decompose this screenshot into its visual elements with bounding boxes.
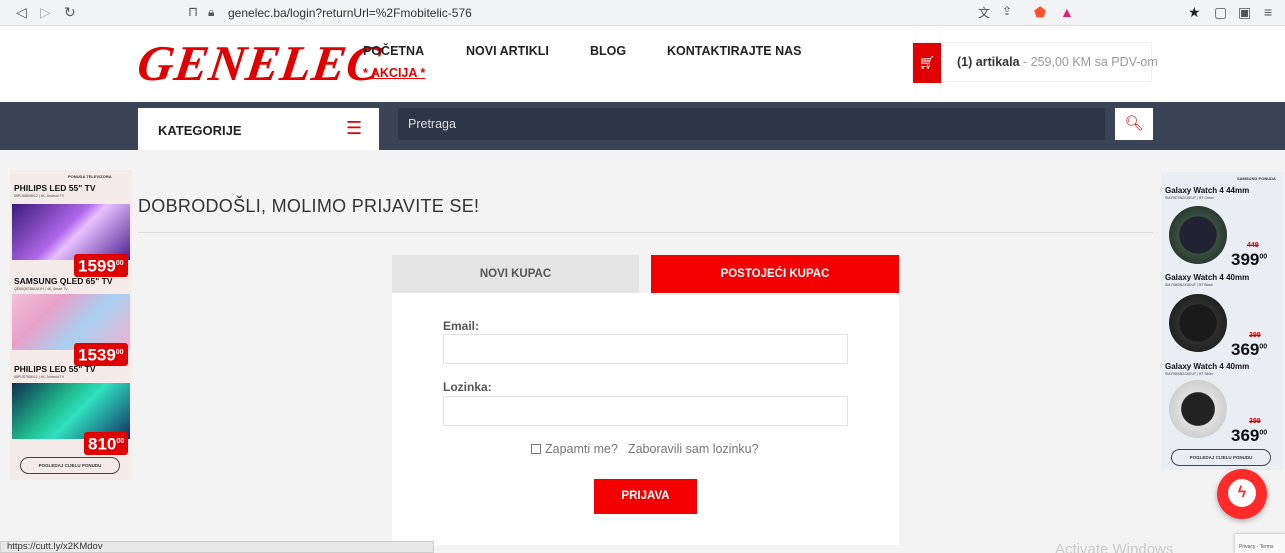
nav-kontaktirajte-nas[interactable]: KONTAKTIRAJTE NAS — [667, 44, 802, 58]
cart-summary[interactable]: 🛒︎ (1) artikala - 259,00 KM sa PDV-om — [912, 42, 1158, 83]
ad-right-title: SAMSUNG PONUDA — [1237, 176, 1276, 181]
page-title: DOBRODOŠLI, MOLIMO PRIJAVITE SE! — [138, 196, 480, 216]
ad-watch-name: Galaxy Watch 4 40mm — [1165, 362, 1250, 371]
ad-left-title: PONUDA TELEVIZORA — [68, 174, 112, 179]
hamburger-icon: ☰ — [346, 118, 363, 138]
nav-novi-artikli[interactable]: NOVI ARTIKLI — [466, 44, 549, 58]
ad-right-button[interactable]: POGLEDAJ CIJELU PONUDU — [1171, 449, 1271, 466]
ad-tv-name: SAMSUNG QLED 65" TV — [14, 276, 113, 286]
back-icon[interactable]: ◁ — [16, 4, 27, 21]
ad-old-price: 399 — [1249, 418, 1261, 425]
password-label: Lozinka: — [443, 380, 492, 394]
search-input[interactable]: Pretraga — [398, 108, 1105, 140]
menu-icon[interactable]: ≡ — [1264, 4, 1272, 20]
nav-pocetna[interactable]: POČETNA — [363, 44, 424, 58]
tv-image — [12, 294, 130, 350]
messenger-chat-button[interactable]: ϟ — [1217, 469, 1267, 519]
extensions-icon[interactable]: ★ — [1188, 4, 1201, 21]
tab-novi-kupac[interactable]: NOVI KUPAC — [392, 255, 639, 293]
category-search-bar: KATEGORIJE ☰ Pretraga 🔍︎ — [0, 102, 1285, 150]
genelec-logo[interactable]: GENELEC — [134, 34, 385, 92]
ad-tv-price: 153900 — [74, 343, 128, 366]
ad-tv-price: 159900 — [74, 254, 128, 277]
search-placeholder: Pretraga — [408, 117, 456, 131]
categories-label: KATEGORIJE — [158, 123, 242, 138]
ad-tv-name: PHILIPS LED 55" TV — [14, 364, 96, 374]
watch-image — [1169, 380, 1227, 438]
tv-image — [12, 204, 130, 260]
email-label: Email: — [443, 319, 480, 333]
forward-icon[interactable]: ▷ — [40, 4, 51, 21]
search-button[interactable]: 🔍︎ — [1115, 108, 1153, 140]
tab-postojeci-kupac[interactable]: POSTOJEĆI KUPAC — [651, 255, 899, 293]
ad-watch-name: Galaxy Watch 4 44mm — [1165, 186, 1250, 195]
ad-watch-sub: SM-R870NZKAEUF | BT Green — [1165, 196, 1215, 200]
status-bar-url: https://cutt.ly/x2KMdov — [0, 541, 434, 553]
ad-watch-sub: SM-R860NZSAEUF | BT Silver — [1165, 372, 1214, 376]
forgot-password-link[interactable]: Zaboravili sam lozinku? — [628, 442, 759, 456]
browser-toolbar: ◁ ▷ ↻ ⊓ 🔒︎ genelec.ba/login?returnUrl=%2… — [0, 0, 1285, 26]
cart-count: (1) artikala — [957, 55, 1020, 69]
samsung-offer-banner[interactable]: SAMSUNG PONUDA Galaxy Watch 4 44mm SM-R8… — [1161, 172, 1283, 470]
ad-tv-sub: 55PUS7506/12 | 4K, Android TV — [14, 375, 65, 379]
remember-label[interactable]: Zapamti me? — [545, 442, 618, 456]
email-field[interactable] — [443, 334, 848, 364]
lock-icon: 🔒︎ — [208, 5, 215, 19]
share-icon[interactable]: ⇪ — [1002, 4, 1012, 18]
site-header: GENELEC POČETNA * AKCIJA * NOVI ARTIKLI … — [0, 26, 1285, 102]
cart-total: - 259,00 KM sa PDV-om — [1019, 55, 1158, 69]
translate-icon[interactable]: 文 — [978, 4, 990, 21]
ad-watch-sub: SM-R860NZKAEUF | BT Black — [1165, 283, 1213, 287]
ad-tv-price: 81000 — [84, 432, 129, 455]
tv-offer-banner[interactable]: PONUDA TELEVIZORA PHILIPS LED 55" TV 55P… — [10, 170, 132, 480]
activate-windows-watermark: Activate Windows — [1055, 541, 1174, 553]
cart-icon: 🛒︎ — [913, 43, 941, 83]
categories-button[interactable]: KATEGORIJE ☰ — [138, 108, 379, 150]
ad-tv-name: PHILIPS LED 55" TV — [14, 183, 96, 193]
wallet-icon[interactable]: ▣ — [1238, 4, 1251, 21]
watch-image — [1169, 206, 1227, 264]
ad-old-price: 399 — [1249, 332, 1261, 339]
password-field[interactable] — [443, 396, 848, 426]
ad-tv-sub: 55PUS8506/12 | 4K, Android TV — [14, 194, 65, 198]
watch-image — [1169, 294, 1227, 352]
brave-shield-icon[interactable]: ⬟ — [1034, 4, 1046, 21]
tv-image — [12, 383, 130, 439]
ad-watch-price: 36900 — [1231, 340, 1268, 359]
address-bar[interactable]: genelec.ba/login?returnUrl=%2Fmobitelic-… — [228, 6, 472, 20]
search-icon: 🔍︎ — [1124, 115, 1144, 132]
remember-checkbox[interactable] — [531, 444, 541, 454]
ad-watch-price: 39900 — [1231, 250, 1268, 269]
ad-watch-price: 36900 — [1231, 426, 1268, 445]
divider — [138, 232, 1153, 233]
nav-blog[interactable]: BLOG — [590, 44, 626, 58]
ad-left-button[interactable]: POGLEDAJ CIJELU PONUDU — [20, 457, 120, 474]
sidebar-icon[interactable]: ▢ — [1214, 4, 1227, 21]
recaptcha-badge[interactable]: Privacy - Terms — [1235, 534, 1285, 553]
ad-watch-name: Galaxy Watch 4 40mm — [1165, 273, 1250, 282]
reload-icon[interactable]: ↻ — [64, 4, 76, 21]
nav-akcija[interactable]: * AKCIJA * — [363, 66, 425, 80]
remember-row: Zapamti me? Zaboravili sam lozinku? — [531, 442, 759, 456]
messenger-icon: ϟ — [1228, 479, 1256, 507]
brave-rewards-icon[interactable]: ▲ — [1060, 4, 1074, 20]
ad-old-price: 449 — [1247, 242, 1259, 249]
login-button[interactable]: PRIJAVA — [594, 479, 697, 514]
bookmark-icon[interactable]: ⊓ — [188, 4, 198, 20]
ad-tv-sub: QE65Q67BAUXXH | 4K, Smart TV — [14, 287, 68, 291]
